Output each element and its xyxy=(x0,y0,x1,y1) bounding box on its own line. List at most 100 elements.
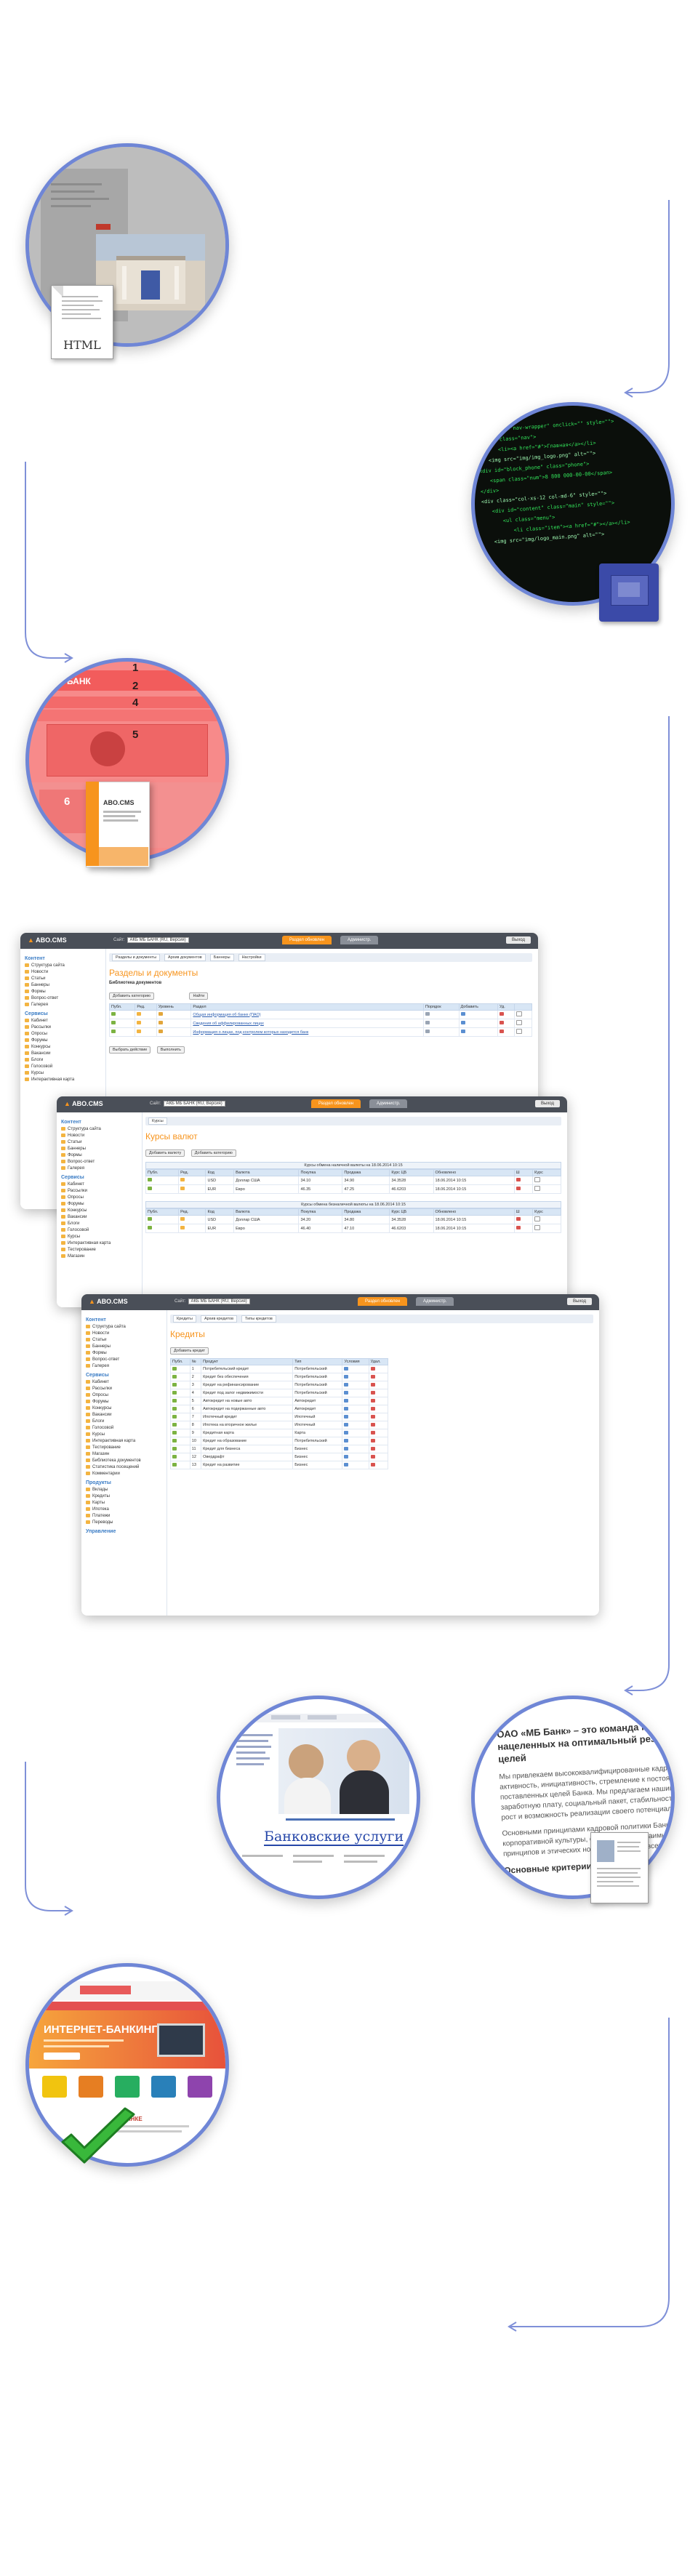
edit-icon[interactable] xyxy=(137,1012,142,1016)
sidebar-item[interactable]: Структура сайта xyxy=(25,963,101,969)
edit-icon[interactable] xyxy=(137,1021,142,1024)
conditions-icon[interactable] xyxy=(344,1438,349,1443)
checkbox-icon[interactable] xyxy=(516,1011,523,1016)
sidebar-item[interactable]: Статьи xyxy=(61,1139,137,1146)
sidebar-item[interactable]: Баннеры xyxy=(25,982,101,989)
sidebar-item[interactable]: Галерея xyxy=(86,1363,162,1370)
sidebar-item[interactable]: Форумы xyxy=(25,1038,101,1044)
delete-icon[interactable] xyxy=(516,1178,521,1181)
site-selector[interactable]: Сайт: АКБ МБ БАНК (RU, Версия) xyxy=(113,937,189,943)
sidebar-item[interactable]: Переводы xyxy=(86,1520,162,1526)
conditions-icon[interactable] xyxy=(344,1446,349,1450)
conditions-icon[interactable] xyxy=(344,1430,349,1435)
conditions-icon[interactable] xyxy=(344,1374,349,1379)
sidebar-item[interactable]: Форумы xyxy=(61,1201,137,1208)
add-category-button[interactable]: Добавить категорию xyxy=(190,1149,236,1157)
delete-icon[interactable] xyxy=(370,1422,375,1427)
sidebar-item[interactable]: Опросы xyxy=(61,1195,137,1201)
sidebar-item[interactable]: Курсы xyxy=(61,1234,137,1240)
sidebar-item[interactable]: Вакансии xyxy=(25,1051,101,1057)
content-tab[interactable]: Разделы и документы xyxy=(112,954,161,961)
add-category-button[interactable]: Добавить категорию xyxy=(109,992,155,1000)
delete-icon[interactable] xyxy=(370,1438,375,1443)
execute-button[interactable]: Выполнить xyxy=(156,1046,185,1054)
publish-icon[interactable] xyxy=(148,1226,152,1229)
sidebar-item[interactable]: Кабинет xyxy=(61,1181,137,1188)
sidebar-item[interactable]: Баннеры xyxy=(86,1344,162,1350)
conditions-icon[interactable] xyxy=(344,1390,349,1395)
sidebar-item[interactable]: Блоги xyxy=(25,1057,101,1064)
sidebar-item[interactable]: Галерея xyxy=(25,1002,101,1008)
sidebar-item[interactable]: Магазин xyxy=(86,1451,162,1458)
sidebar-item[interactable]: Голосовой xyxy=(86,1425,162,1432)
conditions-icon[interactable] xyxy=(344,1414,349,1419)
tab-admin[interactable]: Администр. xyxy=(340,936,379,944)
delete-icon[interactable] xyxy=(370,1366,375,1371)
sidebar-item[interactable]: Платежи xyxy=(86,1513,162,1520)
site-selector[interactable]: Сайт: АКБ МБ БАНК (RU, Версия) xyxy=(150,1101,225,1107)
content-tab[interactable]: Курсы xyxy=(148,1118,167,1125)
delete-icon[interactable] xyxy=(516,1217,521,1221)
publish-icon[interactable] xyxy=(111,1012,116,1016)
sidebar-item[interactable]: Курсы xyxy=(25,1070,101,1077)
document-link[interactable]: Сведения об аффилированных лицах xyxy=(193,1022,263,1026)
publish-icon[interactable] xyxy=(172,1414,177,1419)
delete-icon[interactable] xyxy=(370,1398,375,1403)
conditions-icon[interactable] xyxy=(344,1382,349,1387)
tab-admin[interactable]: Администр. xyxy=(369,1099,408,1108)
sidebar-item[interactable]: Статьи xyxy=(86,1337,162,1344)
tab-content[interactable]: Раздел обновлен xyxy=(358,1297,408,1306)
sidebar-item[interactable]: Рассылки xyxy=(25,1024,101,1031)
publish-icon[interactable] xyxy=(111,1030,116,1033)
publish-icon[interactable] xyxy=(111,1021,116,1024)
action-select[interactable]: Выбрать действие xyxy=(109,1046,151,1054)
checkbox-icon[interactable] xyxy=(534,1177,541,1182)
delete-icon[interactable] xyxy=(499,1030,504,1033)
content-tab[interactable]: Настройки xyxy=(238,954,265,961)
sidebar-item[interactable]: Вклады xyxy=(86,1487,162,1493)
sidebar-item[interactable]: Новости xyxy=(61,1133,137,1139)
content-tab[interactable]: Баннеры xyxy=(209,954,234,961)
document-link[interactable]: Общая информация об банке (ПАО) xyxy=(193,1013,260,1017)
sidebar-item[interactable]: Галерея xyxy=(61,1165,137,1172)
add-icon[interactable] xyxy=(460,1012,465,1016)
sidebar-item[interactable]: Голосовой xyxy=(25,1064,101,1070)
delete-icon[interactable] xyxy=(370,1446,375,1450)
tab-admin[interactable]: Администр. xyxy=(416,1297,454,1306)
sidebar-item[interactable]: Опросы xyxy=(25,1031,101,1038)
checkbox-icon[interactable] xyxy=(534,1225,541,1230)
content-tab[interactable]: Архив кредитов xyxy=(200,1315,238,1323)
publish-icon[interactable] xyxy=(148,1217,152,1221)
checkbox-icon[interactable] xyxy=(534,1186,541,1191)
delete-icon[interactable] xyxy=(370,1374,375,1379)
delete-icon[interactable] xyxy=(370,1430,375,1435)
document-link[interactable]: Информация о лицах, под контролем которы… xyxy=(193,1030,308,1035)
sidebar-item[interactable]: Структура сайта xyxy=(61,1126,137,1133)
publish-icon[interactable] xyxy=(148,1178,152,1181)
site-select[interactable]: АКБ МБ БАНК (RU, Версия) xyxy=(127,937,189,943)
conditions-icon[interactable] xyxy=(344,1462,349,1466)
publish-icon[interactable] xyxy=(172,1406,177,1411)
service-tile[interactable] xyxy=(79,2076,103,2098)
edit-icon[interactable] xyxy=(180,1226,185,1229)
conditions-icon[interactable] xyxy=(344,1398,349,1403)
add-currency-button[interactable]: Добавить валюту xyxy=(145,1149,185,1157)
sidebar-item[interactable]: Блоги xyxy=(61,1221,137,1227)
publish-icon[interactable] xyxy=(172,1366,177,1371)
sidebar-item[interactable]: Вакансии xyxy=(86,1412,162,1419)
conditions-icon[interactable] xyxy=(344,1454,349,1458)
sidebar-item[interactable]: Формы xyxy=(61,1152,137,1159)
service-tile[interactable] xyxy=(188,2076,212,2098)
sidebar-item[interactable]: Голосовой xyxy=(61,1227,137,1234)
checkbox-icon[interactable] xyxy=(516,1020,523,1025)
publish-icon[interactable] xyxy=(172,1462,177,1466)
sidebar-item[interactable]: Курсы xyxy=(86,1432,162,1438)
sidebar-item[interactable]: Тестирование xyxy=(86,1445,162,1451)
sidebar-item[interactable]: Формы xyxy=(25,989,101,995)
publish-icon[interactable] xyxy=(172,1438,177,1443)
sidebar-item[interactable]: Формы xyxy=(86,1350,162,1357)
publish-icon[interactable] xyxy=(172,1398,177,1403)
conditions-icon[interactable] xyxy=(344,1406,349,1411)
service-tile[interactable] xyxy=(151,2076,176,2098)
sidebar-item[interactable]: Структура сайта xyxy=(86,1324,162,1331)
